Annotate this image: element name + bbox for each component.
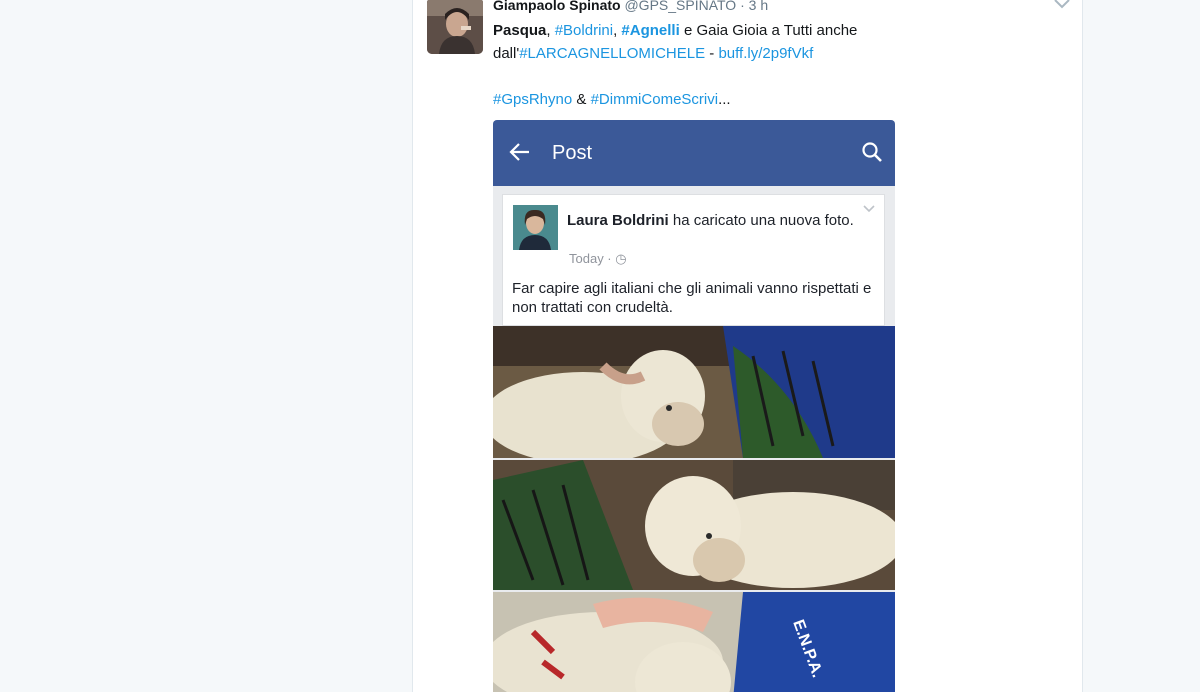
fb-post-meta: Today · ◷ [569, 251, 627, 266]
tweet-link[interactable]: buff.ly/2p9fVkf [718, 45, 813, 62]
text-fragment: - [705, 45, 719, 62]
hashtag-boldrini[interactable]: #Boldrini [555, 22, 613, 39]
search-icon [861, 141, 883, 168]
tweet-header: Giampaolo Spinato @GPS_SPINATO · 3 h [493, 0, 768, 14]
tweet-timestamp[interactable]: 3 h [749, 0, 768, 13]
tweet-text-line-3: #GpsRhyno & #DimmiComeScrivi... [493, 88, 913, 111]
text-fragment: , [546, 22, 555, 39]
header-separator: · [740, 0, 745, 13]
chevron-down-icon[interactable] [1052, 0, 1072, 12]
fb-author-line: Laura Boldrini ha caricato una nuova fot… [567, 211, 857, 231]
fb-post-caption: Far capire agli italiani che gli animali… [512, 280, 872, 316]
fb-action-text: ha caricato una nuova foto. [668, 212, 854, 229]
sheep-photo-2 [493, 460, 895, 590]
tweet-media-image[interactable]: Post Laura Boldrini ha caricato una nuov… [493, 120, 895, 692]
tweet-handle[interactable]: @GPS_SPINATO [624, 0, 736, 13]
hashtag-dimmicomescrivi[interactable]: #DimmiComeScrivi [591, 91, 719, 108]
word-pasqua: Pasqua [493, 22, 547, 39]
fb-author-name: Laura Boldrini [567, 212, 669, 229]
sheep-photo-3: E.N.P.A. [493, 592, 895, 692]
hashtag-gpsrhyno[interactable]: #GpsRhyno [493, 91, 572, 108]
fb-bar-title: Post [552, 142, 593, 164]
fb-author-avatar [513, 205, 558, 250]
timeline-column: Giampaolo Spinato @GPS_SPINATO · 3 h Pas… [412, 0, 1083, 692]
text-fragment: e Gaia Gioia a Tutti anche [679, 22, 858, 39]
hashtag-agnelli[interactable]: #Agnelli [621, 22, 679, 39]
tweet-text: Pasqua, #Boldrini, #Agnelli e Gaia Gioia… [493, 19, 913, 111]
tweet-text-line-2: dall'#LARCAGNELLOMICHELE - buff.ly/2p9fV… [493, 42, 913, 65]
text-fragment: & [572, 91, 591, 108]
tweet-text-line-1: Pasqua, #Boldrini, #Agnelli e Gaia Gioia… [493, 19, 913, 42]
hashtag-larcagnellomichele[interactable]: #LARCAGNELLOMICHELE [519, 45, 705, 62]
tweet-fullname[interactable]: Giampaolo Spinato [493, 0, 621, 13]
fb-post-card: Laura Boldrini ha caricato una nuova fot… [502, 194, 885, 326]
back-arrow-icon [509, 141, 531, 168]
text-fragment: dall' [493, 45, 520, 62]
user-avatar[interactable] [427, 0, 483, 54]
sheep-photo-1 [493, 326, 895, 458]
fb-top-bar: Post [493, 120, 895, 186]
text-fragment: ... [718, 91, 731, 108]
chevron-down-icon [862, 201, 876, 219]
